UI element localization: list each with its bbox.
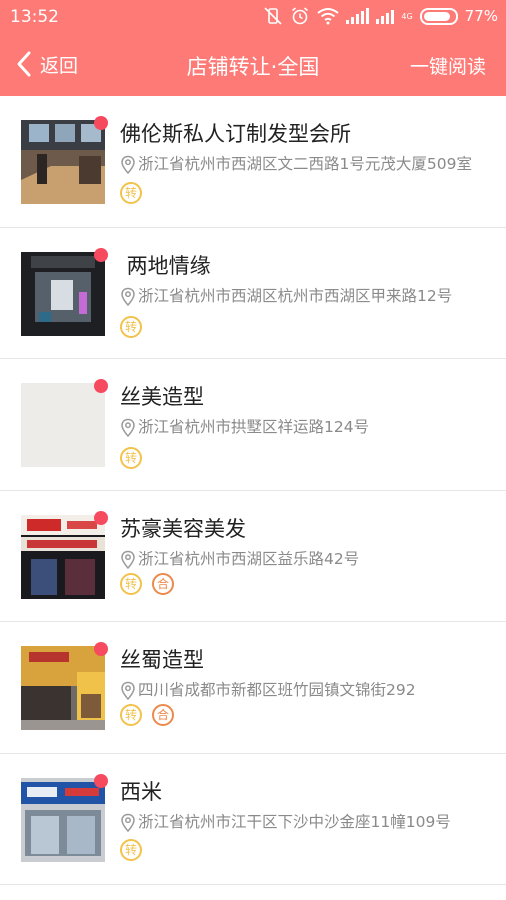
transfer-tag: 转	[120, 447, 142, 469]
shop-name: 丝蜀造型	[120, 648, 204, 672]
shop-address-row: 浙江省杭州市西湖区杭州市西湖区甲来路12号	[120, 286, 492, 307]
list-item[interactable]: 西米 浙江省杭州市江干区下沙中沙金座11幢109号 转	[0, 754, 506, 885]
shop-thumbnail	[21, 646, 105, 730]
unread-dot	[94, 773, 108, 788]
shop-name: 两地情缘	[120, 253, 211, 278]
shop-thumbnail	[21, 251, 105, 336]
back-label: 返回	[40, 54, 79, 77]
shop-address-row: 浙江省杭州市西湖区文二西路1号元茂大厦509室	[120, 154, 492, 175]
shop-address: 浙江省杭州市拱墅区祥运路124号	[138, 418, 370, 436]
location-pin-icon	[121, 550, 135, 569]
shop-address: 浙江省杭州市西湖区益乐路42号	[138, 549, 360, 568]
shop-address-row: 浙江省杭州市拱墅区祥运路124号	[120, 417, 492, 438]
shop-address: 浙江省杭州市西湖区杭州市西湖区甲来路12号	[138, 286, 453, 305]
alarm-icon	[292, 7, 309, 25]
tag-row: 转	[120, 838, 142, 861]
shop-thumbnail	[21, 777, 105, 862]
shop-name: 苏豪美容美发	[120, 516, 246, 541]
cell-signal-4g-icon	[376, 8, 395, 24]
shop-address-row: 四川省成都市新都区班竹园镇文锦街292	[120, 680, 492, 701]
location-pin-icon	[121, 287, 135, 306]
shop-address: 浙江省杭州市江干区下沙中沙金座11幢109号	[138, 812, 451, 831]
network-type-label: 4G	[401, 11, 413, 21]
tag-row: 转 合	[120, 704, 174, 726]
vibrate-off-icon	[264, 7, 282, 25]
status-bar: 13:52 4G 77%	[0, 0, 506, 34]
location-pin-icon	[121, 813, 135, 832]
read-all-button[interactable]: 一键阅读	[410, 52, 486, 79]
unread-dot	[94, 247, 108, 262]
shop-name: 丝美造型	[120, 385, 204, 409]
unread-dot	[94, 510, 108, 525]
list-item[interactable]: 佛伦斯私人订制发型会所 浙江省杭州市西湖区文二西路1号元茂大厦509室 转	[0, 96, 506, 228]
back-button[interactable]: 返回	[14, 49, 78, 79]
tag-row: 转 合	[120, 572, 174, 595]
chevron-left-icon	[17, 51, 31, 77]
shop-thumbnail	[21, 120, 105, 204]
location-pin-icon	[121, 681, 135, 701]
partner-tag: 合	[152, 572, 174, 595]
shop-address: 浙江省杭州市西湖区文二西路1号元茂大厦509室	[138, 155, 472, 173]
transfer-tag: 转	[120, 838, 142, 861]
tag-row: 转	[120, 315, 142, 338]
shop-address-row: 浙江省杭州市江干区下沙中沙金座11幢109号	[120, 812, 492, 833]
list-item[interactable]: 丝蜀造型 四川省成都市新都区班竹园镇文锦街292 转 合	[0, 622, 506, 754]
shop-name: 佛伦斯私人订制发型会所	[120, 122, 351, 146]
shop-thumbnail-placeholder	[21, 383, 105, 467]
location-pin-icon	[121, 155, 135, 175]
nav-bar: 返回 店铺转让·全国 一键阅读	[0, 34, 506, 96]
shop-address: 四川省成都市新都区班竹园镇文锦街292	[138, 681, 416, 699]
shop-address-row: 浙江省杭州市西湖区益乐路42号	[120, 549, 492, 570]
list-item[interactable]: 两地情缘 浙江省杭州市西湖区杭州市西湖区甲来路12号 转	[0, 228, 506, 359]
shop-thumbnail	[21, 514, 105, 599]
cell-signal-icon	[346, 8, 370, 24]
transfer-tag: 转	[120, 182, 142, 204]
unread-dot	[94, 116, 108, 130]
unread-dot	[94, 379, 108, 393]
battery-icon	[419, 7, 458, 25]
status-time: 13:52	[10, 7, 59, 27]
tag-row: 转	[120, 182, 142, 204]
transfer-tag: 转	[120, 315, 142, 338]
partner-tag: 合	[152, 704, 174, 726]
status-icons: 4G 77%	[263, 6, 498, 26]
transfer-tag: 转	[120, 704, 142, 726]
shop-name: 西米	[120, 779, 162, 804]
wifi-icon	[317, 8, 339, 25]
list-item[interactable]: 苏豪美容美发 浙江省杭州市西湖区益乐路42号 转 合	[0, 491, 506, 622]
location-pin-icon	[121, 418, 135, 438]
list-item[interactable]: 丝美造型 浙江省杭州市拱墅区祥运路124号 转	[0, 359, 506, 491]
transfer-tag: 转	[120, 572, 142, 595]
battery-percent: 77%	[464, 7, 498, 25]
tag-row: 转	[120, 447, 142, 469]
unread-dot	[94, 642, 108, 656]
shop-list: 佛伦斯私人订制发型会所 浙江省杭州市西湖区文二西路1号元茂大厦509室 转 两地…	[0, 96, 506, 885]
